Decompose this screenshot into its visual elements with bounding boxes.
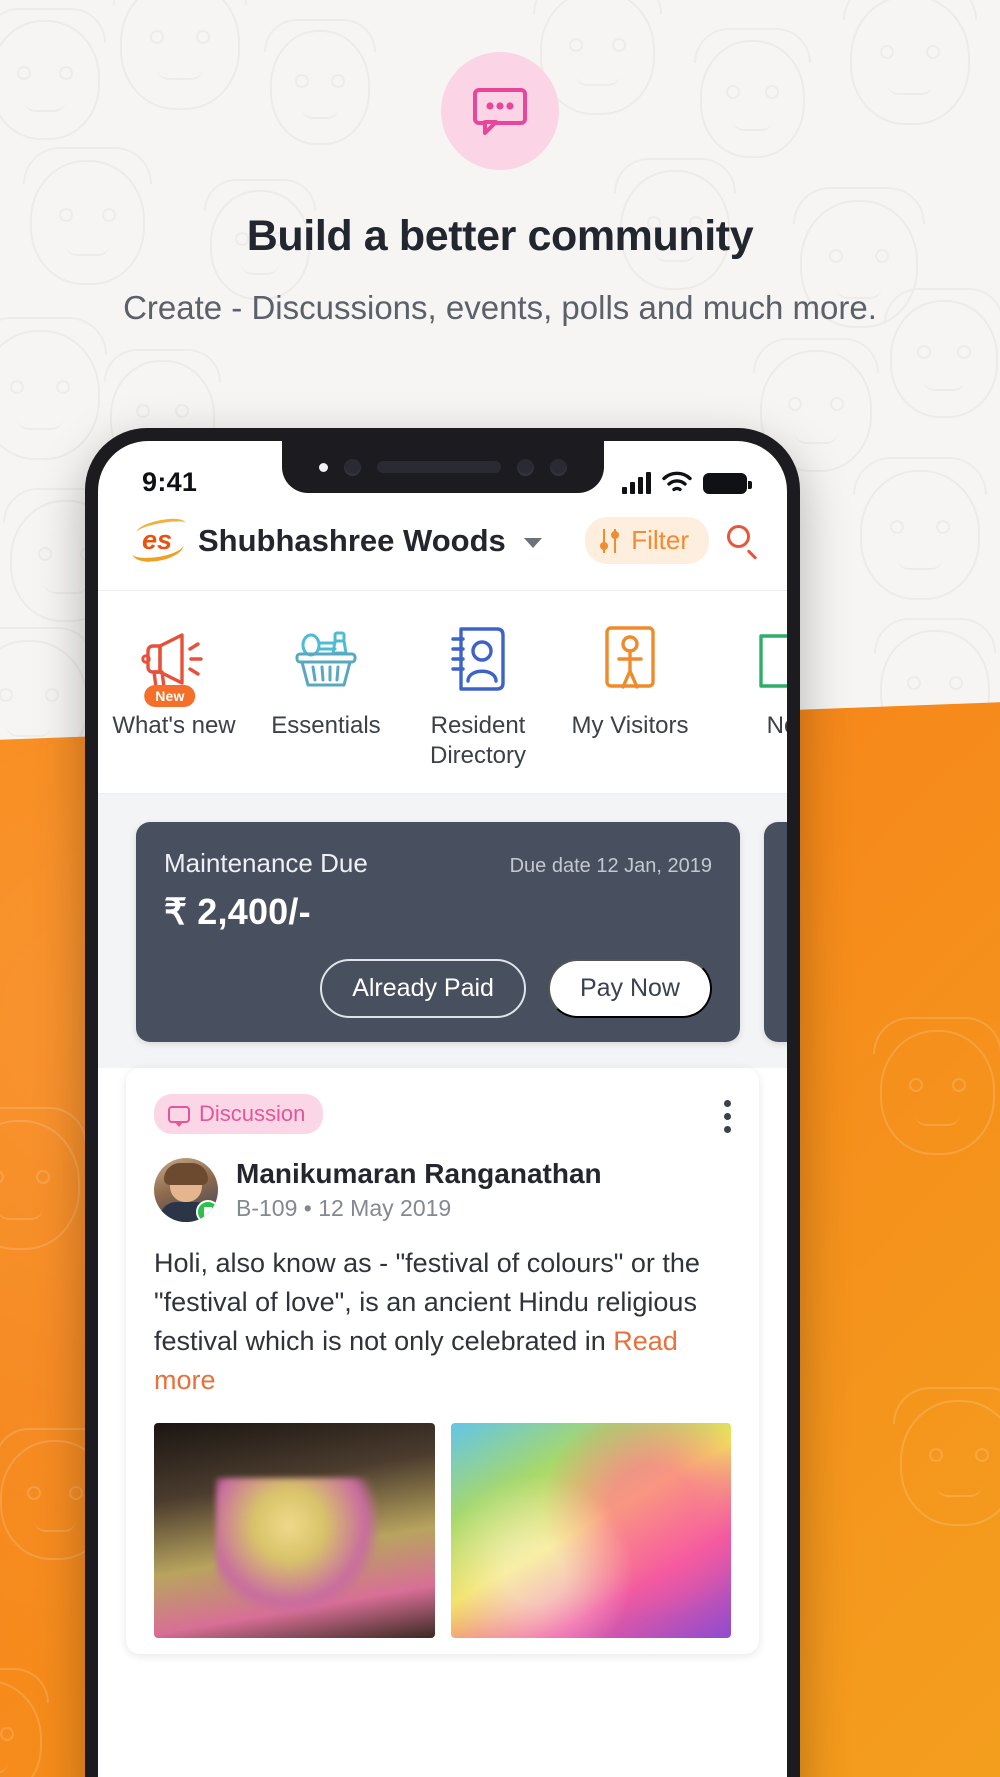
address-book-icon-wrap: [402, 617, 554, 701]
screenshot-root: Build a better community Create - Discus…: [0, 0, 1000, 1777]
nav-label-notices: No: [766, 712, 787, 739]
app-logo[interactable]: es: [130, 516, 187, 564]
post-type-label: Discussion: [199, 1101, 306, 1126]
post-author-info: Manikumaran Ranganathan B-109 • 12 May 2…: [236, 1158, 602, 1222]
visitor-icon: [605, 626, 655, 689]
signal-icon: [622, 471, 651, 494]
post-author-name: Manikumaran Ranganathan: [236, 1158, 602, 1189]
face-id-sensor-icon: [549, 458, 567, 476]
post-type-badge[interactable]: Discussion: [154, 1094, 324, 1134]
nav-label-whats-new: What's new: [112, 712, 236, 739]
app-header: es Shubhashree Woods Filter: [98, 507, 787, 591]
post-card: Discussion Manikumaran Ranganathan B-109…: [126, 1068, 759, 1654]
status-icons: [622, 471, 752, 494]
sensor-dot-icon: [318, 462, 328, 472]
nav-label-essentials: Essentials: [271, 712, 381, 739]
maintenance-amount: ₹ 2,400/-: [164, 891, 311, 932]
post-author-row: Manikumaran Ranganathan B-109 • 12 May 2…: [154, 1158, 731, 1222]
front-camera-icon: [343, 458, 361, 476]
address-book-icon: [451, 627, 505, 691]
nav-label-my-visitors: My Visitors: [571, 712, 689, 739]
pay-now-button[interactable]: Pay Now: [547, 959, 712, 1018]
post-photos: [154, 1422, 731, 1638]
maintenance-due-date: Due date 12 Jan, 2019: [509, 855, 712, 877]
maintenance-actions: Already Paid Pay Now: [164, 959, 712, 1018]
phone-mockup: 9:41 es Shubhashree Woods Filter New Wha…: [85, 428, 800, 1777]
nav-item-whats-new[interactable]: New What's new: [98, 617, 250, 741]
hero-badge-circle: [441, 52, 559, 170]
nav-item-resident-directory[interactable]: Resident Directory: [402, 617, 554, 771]
verified-badge-icon: [196, 1200, 218, 1222]
proximity-sensor-icon: [516, 458, 534, 476]
basket-icon-wrap: [250, 617, 402, 701]
maintenance-title: Maintenance Due: [164, 848, 368, 878]
maintenance-cards-strip[interactable]: Maintenance Due Due date 12 Jan, 2019 ₹ …: [98, 794, 787, 1068]
search-icon[interactable]: [727, 524, 759, 560]
megaphone-icon-wrap: New: [98, 617, 250, 707]
post-card-bottom-spacer: [154, 1638, 731, 1654]
filter-label: Filter: [631, 525, 689, 555]
sliders-icon: [600, 528, 622, 553]
post-photo-1[interactable]: [154, 1422, 435, 1638]
page-subtitle: Create - Discussions, events, polls and …: [123, 289, 877, 326]
notice-icon-wrap: [706, 617, 787, 701]
nav-label-resident-directory: Resident Directory: [429, 712, 526, 769]
megaphone-icon: [141, 633, 203, 689]
maintenance-due-card: Maintenance Due Due date 12 Jan, 2019 ₹ …: [136, 822, 740, 1042]
discussion-bubble-icon: [168, 1105, 190, 1127]
post-photo-2[interactable]: [450, 1422, 731, 1638]
already-paid-button[interactable]: Already Paid: [320, 959, 526, 1018]
status-time: 9:41: [142, 466, 198, 497]
header-actions: Filter: [585, 517, 759, 564]
nav-item-my-visitors[interactable]: My Visitors: [554, 617, 706, 741]
nav-item-notices[interactable]: No: [706, 617, 787, 741]
hero-section: Build a better community Create - Discus…: [0, 0, 1000, 333]
new-badge: New: [144, 685, 196, 707]
post-author-meta: B-109 • 12 May 2019: [236, 1195, 452, 1221]
battery-icon: [703, 472, 752, 494]
maintenance-card-next-peek[interactable]: [764, 822, 787, 1042]
post-header: Discussion: [154, 1094, 731, 1134]
shopping-basket-icon: [295, 631, 357, 687]
phone-notch: [281, 441, 604, 493]
earpiece-speaker: [376, 461, 501, 473]
community-name[interactable]: Shubhashree Woods: [198, 523, 506, 559]
notice-icon: [759, 634, 787, 688]
chevron-down-icon[interactable]: [523, 537, 542, 548]
nav-item-essentials[interactable]: Essentials: [250, 617, 402, 741]
maintenance-card-top: Maintenance Due Due date 12 Jan, 2019: [164, 848, 712, 879]
post-body: Holi, also know as - "festival of colour…: [154, 1244, 731, 1401]
visitor-icon-wrap: [554, 617, 706, 701]
kebab-menu-icon[interactable]: [724, 1094, 731, 1133]
page-title: Build a better community: [246, 212, 754, 260]
quick-nav-row[interactable]: New What's new Essentials Resident Direc…: [98, 591, 787, 794]
filter-button[interactable]: Filter: [585, 517, 709, 564]
avatar[interactable]: [154, 1158, 218, 1222]
phone-screen: 9:41 es Shubhashree Woods Filter New Wha…: [98, 441, 787, 1777]
chat-bubble-icon: [473, 88, 527, 135]
wifi-icon: [662, 471, 692, 491]
